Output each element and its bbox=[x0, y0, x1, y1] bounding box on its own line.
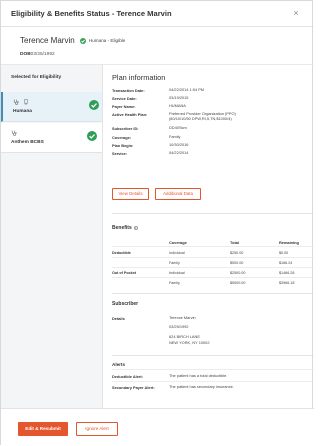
payer-icons bbox=[11, 130, 20, 137]
benefit-remaining: $0.00 bbox=[279, 251, 289, 255]
benefits-title-text: Benefits bbox=[112, 225, 132, 231]
benefit-coverage: Individual bbox=[169, 251, 185, 255]
benefits-title: Benefits i bbox=[112, 225, 138, 231]
col-header-coverage: Coverage bbox=[169, 240, 187, 245]
payer-sidebar: Selected for Eligibility Humana Anthem B… bbox=[1, 65, 103, 408]
plan-row-value: HUMANA bbox=[169, 103, 186, 108]
table-row-divider bbox=[112, 381, 314, 382]
benefit-remaining: $3966.18 bbox=[279, 281, 295, 285]
dob-value: 03/25/1992 bbox=[30, 52, 55, 57]
section-divider bbox=[112, 293, 314, 294]
benefit-total: $250.00 bbox=[230, 251, 244, 255]
table-row-divider bbox=[112, 257, 314, 258]
plan-row-value-line2: (80/10/10/50 DPW,RI,5,TN,$1000/4) bbox=[169, 116, 232, 121]
tooth-icon bbox=[24, 99, 29, 105]
details-panel: Plan information Transaction Date: 04/22… bbox=[103, 65, 314, 408]
payer-card-humana[interactable]: Humana bbox=[1, 92, 102, 122]
payer-label: Anthem BCBS bbox=[11, 140, 44, 145]
plan-row-value: 03/19/2015 bbox=[169, 95, 189, 100]
additional-data-button[interactable]: Additional Data bbox=[155, 188, 201, 200]
benefit-coverage: Individual bbox=[169, 271, 185, 275]
subscriber-address-line2: NEW YORK, NY 10002 bbox=[169, 340, 210, 345]
alert-label: Deductible Alert: bbox=[112, 374, 143, 379]
plan-row-value: 04/22/2014 bbox=[169, 150, 189, 155]
benefit-total: $5000.00 bbox=[230, 281, 246, 285]
patient-name: Terence Marvin bbox=[20, 36, 75, 45]
plan-row-value: DD40Ssm bbox=[169, 125, 187, 130]
plan-row-label: Subscriber ID: bbox=[112, 126, 139, 131]
selected-check-icon bbox=[89, 100, 99, 110]
col-header-total: Total bbox=[230, 240, 240, 245]
table-row-divider bbox=[112, 277, 314, 278]
selected-check-icon bbox=[87, 131, 97, 141]
stethoscope-icon bbox=[13, 99, 19, 105]
table-row-divider bbox=[112, 246, 314, 247]
subscriber-name: Terence Marvin bbox=[169, 315, 196, 320]
alert-value: The patient has secondary insurance. bbox=[169, 384, 234, 389]
section-divider bbox=[112, 355, 314, 356]
table-row-divider bbox=[112, 267, 314, 268]
plan-row-label: Coverage: bbox=[112, 135, 132, 140]
eligibility-status: Humana - Eligible bbox=[88, 38, 126, 43]
benefit-total: $2500.00 bbox=[230, 271, 246, 275]
ignore-alert-button[interactable]: Ignore Alert bbox=[76, 422, 118, 436]
alert-value: The patient has a total deductible. bbox=[169, 373, 228, 378]
table-row-divider bbox=[112, 369, 314, 370]
edit-resubmit-button[interactable]: Edit & Resubmit bbox=[18, 422, 68, 436]
plan-row-label: Payer Name: bbox=[112, 104, 136, 109]
stethoscope-icon bbox=[11, 130, 17, 136]
modal-footer: Edit & Resubmit Ignore Alert bbox=[1, 408, 314, 446]
plan-row-value: 10/30/2016 bbox=[169, 142, 189, 147]
benefit-coverage: Family bbox=[169, 261, 180, 265]
benefit-total: $500.00 bbox=[230, 261, 244, 265]
benefit-remaining: $166.24 bbox=[279, 261, 293, 265]
close-icon[interactable]: × bbox=[290, 7, 302, 19]
eligibility-modal: Eligibility & Benefits Status - Terence … bbox=[0, 0, 314, 446]
col-header-remaining: Remaining bbox=[279, 240, 299, 245]
plan-row-label: Plan Begin: bbox=[112, 143, 134, 148]
sidebar-heading: Selected for Eligibility bbox=[11, 75, 62, 80]
subscriber-title: Subscriber bbox=[112, 301, 139, 307]
plan-row-label: Active Health Plan: bbox=[112, 112, 148, 117]
eligible-check-icon bbox=[79, 37, 86, 44]
benefit-type: Out of Pocket bbox=[112, 271, 136, 275]
benefit-remaining: $1466.28 bbox=[279, 271, 295, 275]
subscriber-details-label: Details bbox=[112, 316, 125, 321]
plan-info-title: Plan information bbox=[112, 73, 166, 82]
modal-header: Eligibility & Benefits Status - Terence … bbox=[1, 1, 314, 27]
view-details-button[interactable]: View Details bbox=[112, 188, 149, 200]
benefit-coverage: Family bbox=[169, 281, 180, 285]
payer-icons bbox=[13, 99, 32, 106]
subscriber-address-line1: 624 BIRCH LANE bbox=[169, 334, 200, 339]
modal-title: Eligibility & Benefits Status - Terence … bbox=[11, 9, 172, 18]
subscriber-dob: 03/25/1992 bbox=[169, 324, 189, 329]
patient-header: Terence Marvin Humana - Eligible bbox=[20, 36, 125, 45]
section-divider bbox=[112, 213, 314, 214]
plan-row-label: Service Date: bbox=[112, 96, 137, 101]
plan-row-value: Family bbox=[169, 134, 181, 139]
plan-row-value: 04/22/2014 1:54 PM bbox=[169, 87, 205, 92]
plan-row-label: Transaction Date: bbox=[112, 88, 145, 93]
payer-label: Humana bbox=[13, 109, 32, 114]
patient-dob: DOB03/25/1992 bbox=[20, 52, 55, 57]
info-icon[interactable]: i bbox=[133, 225, 138, 230]
alert-label: Secondary Payer Alert: bbox=[112, 385, 155, 390]
plan-row-label: Service: bbox=[112, 151, 128, 156]
alerts-title: Alerts bbox=[112, 362, 126, 367]
benefit-type: Deductible bbox=[112, 251, 131, 255]
payer-card-anthem-bcbs[interactable]: Anthem BCBS bbox=[1, 123, 102, 153]
dob-label: DOB bbox=[20, 52, 31, 57]
